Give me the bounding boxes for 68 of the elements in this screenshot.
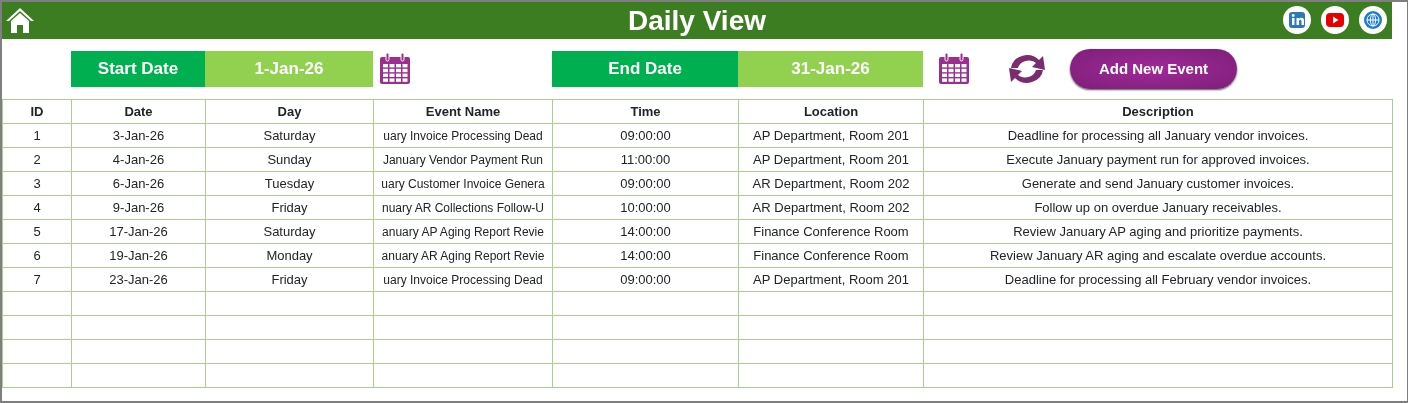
column-header: Location xyxy=(738,99,924,124)
add-event-button[interactable]: Add New Event xyxy=(1070,49,1237,89)
table-cell: 09:00:00 xyxy=(552,171,739,196)
table-cell: Deadline for processing all January vendor invoices. xyxy=(923,123,1393,148)
table-cell: AP Department, Room 201 xyxy=(738,123,924,148)
table-cell: Review January AR aging and escalate overdue accounts. xyxy=(923,243,1393,268)
table-cell: Finance Conference Room xyxy=(738,219,924,244)
column-header: ID xyxy=(2,99,72,124)
table-cell: uary Customer Invoice Genera xyxy=(373,171,553,196)
date-value[interactable]: 31-Jan-26 xyxy=(738,51,923,87)
table-cell: AR Department, Room 202 xyxy=(738,195,924,220)
linkedin-icon[interactable] xyxy=(1282,5,1312,35)
table-cell: 6-Jan-26 xyxy=(71,171,206,196)
table-cell: Sunday xyxy=(205,147,374,172)
table-cell: 14:00:00 xyxy=(552,219,739,244)
table-cell: 10:00:00 xyxy=(552,195,739,220)
table-cell: Finance Conference Room xyxy=(738,243,924,268)
table-cell: 4-Jan-26 xyxy=(71,147,206,172)
table-cell: 17-Jan-26 xyxy=(71,219,206,244)
table-cell: 5 xyxy=(2,219,72,244)
table-cell: nuary AR Collections Follow-U xyxy=(373,195,553,220)
table-cell: 09:00:00 xyxy=(552,267,739,292)
table-cell: 3 xyxy=(2,171,72,196)
table-cell: Deadline for processing all February vendor invoices. xyxy=(923,267,1393,292)
table-cell: Follow up on overdue January receivables. xyxy=(923,195,1393,220)
table-cell: uary Invoice Processing Dead xyxy=(373,123,553,148)
table-cell: uary Invoice Processing Dead xyxy=(373,267,553,292)
table-cell: Execute January payment run for approved invoices. xyxy=(923,147,1393,172)
table-cell: Tuesday xyxy=(205,171,374,196)
column-header: Time xyxy=(552,99,739,124)
column-header: Date xyxy=(71,99,206,124)
table-cell: 6 xyxy=(2,243,72,268)
table-cell: 3-Jan-26 xyxy=(71,123,206,148)
table-cell: Generate and send January customer invoices. xyxy=(923,171,1393,196)
table-cell: 11:00:00 xyxy=(552,147,739,172)
table-cell: 7 xyxy=(2,267,72,292)
table-cell: January Vendor Payment Run xyxy=(373,147,553,172)
table-cell: AR Department, Room 202 xyxy=(738,171,924,196)
table-cell: Friday xyxy=(205,267,374,292)
table-cell: Friday xyxy=(205,195,374,220)
column-header: Description xyxy=(923,99,1393,124)
table-cell: Monday xyxy=(205,243,374,268)
column-header: Event Name xyxy=(373,99,553,124)
date-label: End Date xyxy=(552,51,738,87)
table-cell: AP Department, Room 201 xyxy=(738,267,924,292)
table-cell: 19-Jan-26 xyxy=(71,243,206,268)
calendar-icon[interactable] xyxy=(937,52,971,86)
table-cell: anuary AP Aging Report Revie xyxy=(373,219,553,244)
date-label: Start Date xyxy=(71,51,205,87)
date-value[interactable]: 1-Jan-26 xyxy=(205,51,373,87)
table-cell: 14:00:00 xyxy=(552,243,739,268)
table-cell: 2 xyxy=(2,147,72,172)
table-cell: AP Department, Room 201 xyxy=(738,147,924,172)
table-cell: 09:00:00 xyxy=(552,123,739,148)
globe-icon[interactable] xyxy=(1358,5,1388,35)
home-icon[interactable] xyxy=(5,6,35,34)
table-cell: 23-Jan-26 xyxy=(71,267,206,292)
table-cell: Saturday xyxy=(205,219,374,244)
column-header: Day xyxy=(205,99,374,124)
table-cell: Saturday xyxy=(205,123,374,148)
table-cell: 9-Jan-26 xyxy=(71,195,206,220)
table-cell: Review January AP aging and prioritize payments. xyxy=(923,219,1393,244)
youtube-icon[interactable] xyxy=(1320,5,1350,35)
calendar-icon[interactable] xyxy=(378,52,412,86)
page-title: Daily View xyxy=(628,4,766,38)
table-cell: anuary AR Aging Report Revie xyxy=(373,243,553,268)
table-cell: 4 xyxy=(2,195,72,220)
table-cell: 1 xyxy=(2,123,72,148)
